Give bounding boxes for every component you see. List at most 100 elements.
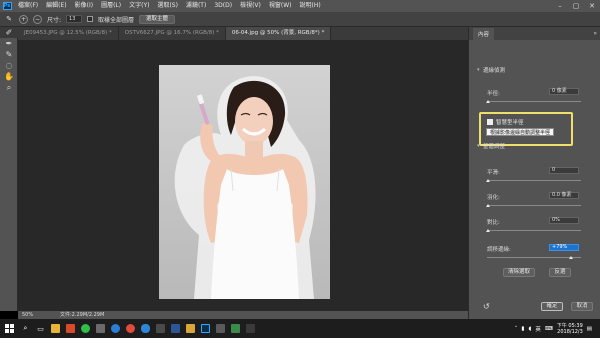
close-icon[interactable]: ✕ bbox=[584, 0, 600, 12]
maximize-icon[interactable]: ▢ bbox=[568, 0, 584, 12]
notification-icon[interactable]: ▤ bbox=[587, 326, 592, 332]
subtract-mode-icon[interactable]: − bbox=[33, 14, 42, 24]
menu-window[interactable]: 視窗(W) bbox=[265, 0, 296, 12]
clock-date: 2018/12/3 bbox=[557, 328, 583, 335]
reset-icon[interactable]: ↺ bbox=[483, 302, 490, 311]
document-tabs: JE09453.JPG @ 12.5% (RGB/8) * OSTV6627.J… bbox=[18, 27, 468, 40]
word-icon[interactable] bbox=[168, 319, 183, 338]
tab-document-2[interactable]: OSTV6627.JPG @ 16.7% (RGB/8) * bbox=[119, 27, 226, 40]
chevron-down-icon[interactable]: ▾ bbox=[477, 143, 480, 149]
smooth-slider-handle[interactable] bbox=[486, 179, 490, 182]
menu-file[interactable]: 檔案(F) bbox=[14, 0, 42, 12]
cancel-button[interactable]: 取消 bbox=[571, 302, 593, 311]
lasso-icon[interactable]: ◌ bbox=[0, 60, 18, 71]
edge-browser-icon[interactable] bbox=[108, 319, 123, 338]
radius-slider-handle[interactable] bbox=[486, 100, 490, 103]
menu-edit[interactable]: 編輯(E) bbox=[42, 0, 70, 12]
image-viewer-icon[interactable] bbox=[228, 319, 243, 338]
smart-radius-checkbox[interactable] bbox=[487, 119, 493, 125]
options-bar: ✎ + − 尺寸: 13 取樣全部圖層 選取主體 bbox=[0, 12, 600, 27]
clock-time: 下午 05:39 bbox=[556, 322, 583, 329]
photoshop-taskbar-icon[interactable] bbox=[198, 319, 213, 338]
media-icon[interactable] bbox=[243, 319, 258, 338]
chrome-icon[interactable] bbox=[123, 319, 138, 338]
size-input[interactable]: 13 bbox=[66, 15, 83, 23]
keyboard-icon[interactable]: ⌨ bbox=[545, 326, 553, 332]
menu-image[interactable]: 影像(I) bbox=[71, 0, 97, 12]
quick-selection-icon[interactable]: ✐ bbox=[0, 27, 18, 38]
ime-indicator[interactable]: 英 bbox=[535, 325, 541, 333]
line-app-icon[interactable] bbox=[78, 319, 93, 338]
zoom-level[interactable]: 50% bbox=[22, 311, 33, 319]
hand-icon[interactable]: ✋ bbox=[0, 71, 18, 82]
status-bar: 50% 文件:2.29M/2.29M bbox=[18, 311, 468, 319]
network-icon[interactable]: ▮ bbox=[521, 326, 524, 332]
contrast-slider[interactable] bbox=[487, 230, 581, 231]
onedrive-icon[interactable] bbox=[138, 319, 153, 338]
shift-edge-input[interactable]: +79% bbox=[549, 244, 579, 251]
shift-edge-slider-handle[interactable] bbox=[569, 256, 573, 259]
collapse-icon[interactable]: » bbox=[593, 30, 597, 37]
tab-document-1[interactable]: JE09453.JPG @ 12.5% (RGB/8) * bbox=[18, 27, 119, 40]
smart-radius-option[interactable]: 智慧型半徑 bbox=[487, 118, 524, 126]
menu-type[interactable]: 文字(Y) bbox=[125, 0, 153, 12]
contrast-input[interactable]: 0% bbox=[549, 217, 579, 224]
zoom-icon[interactable]: ⌕ bbox=[0, 82, 18, 93]
tab-document-3[interactable]: 06-04.jpg @ 50% (背景, RGB/8*) * bbox=[225, 27, 332, 40]
brush-icon[interactable]: ✎ bbox=[0, 49, 18, 60]
volume-icon[interactable]: ◖ bbox=[528, 326, 531, 332]
tab-properties[interactable]: 內容 bbox=[473, 27, 495, 40]
chevron-down-icon[interactable]: ▾ bbox=[477, 67, 480, 73]
mail-icon[interactable] bbox=[63, 319, 78, 338]
photoshop-logo: Ps bbox=[2, 2, 12, 10]
edge-detection-title[interactable]: 邊緣偵測 bbox=[483, 66, 505, 74]
size-label: 尺寸: bbox=[47, 16, 62, 24]
select-subject-button[interactable]: 選取主體 bbox=[139, 14, 176, 24]
brush-tool-icon[interactable]: ✎ bbox=[4, 14, 14, 24]
panel-header: 內容 bbox=[469, 27, 600, 40]
shift-edge-slider[interactable] bbox=[487, 257, 581, 258]
menu-layer[interactable]: 圖層(L) bbox=[97, 0, 125, 12]
canvas-area[interactable] bbox=[18, 40, 468, 311]
smart-radius-label: 智慧型半徑 bbox=[496, 120, 524, 126]
menu-3d[interactable]: 3D(D) bbox=[210, 0, 236, 12]
settings-icon[interactable] bbox=[213, 319, 228, 338]
menu-bar: Ps 檔案(F) 編輯(E) 影像(I) 圖層(L) 文字(Y) 選取(S) 濾… bbox=[0, 0, 600, 12]
menu-select[interactable]: 選取(S) bbox=[153, 0, 182, 12]
smooth-slider[interactable] bbox=[487, 180, 581, 181]
global-refinements-title[interactable]: 整體調整 bbox=[483, 142, 505, 150]
sample-all-layers-checkbox[interactable] bbox=[87, 16, 94, 22]
contrast-label: 對比: bbox=[487, 220, 500, 226]
ok-button[interactable]: 確定 bbox=[541, 302, 563, 311]
minimize-icon[interactable]: – bbox=[552, 0, 568, 12]
menu-help[interactable]: 說明(H) bbox=[296, 0, 325, 12]
task-view-icon[interactable]: ▭ bbox=[33, 319, 48, 338]
windows-taskbar: ⌕ ▭ bbox=[0, 319, 600, 338]
smooth-input[interactable]: 0 bbox=[549, 167, 579, 174]
photos-icon[interactable] bbox=[93, 319, 108, 338]
smart-radius-tooltip: 根據影像邊緣自動調整半徑 bbox=[486, 128, 555, 136]
windows-start-icon[interactable] bbox=[0, 319, 18, 338]
contrast-slider-handle[interactable] bbox=[486, 229, 490, 232]
radius-slider[interactable] bbox=[487, 101, 581, 102]
system-tray: ˄ ▮ ◖ 英 ⌨ 下午 05:39 2018/12/3 ▤ bbox=[515, 319, 600, 338]
chevron-up-icon[interactable]: ˄ bbox=[515, 326, 518, 332]
menu-filter[interactable]: 濾鏡(T) bbox=[182, 0, 210, 12]
invert-button[interactable]: 反選 bbox=[549, 268, 571, 277]
smart-radius-highlight: 智慧型半徑 根據影像邊緣自動調整半徑 bbox=[479, 112, 573, 146]
refine-edge-brush-icon[interactable]: ✒ bbox=[0, 38, 18, 49]
app-icon[interactable] bbox=[183, 319, 198, 338]
menu-view[interactable]: 檢視(V) bbox=[236, 0, 265, 12]
calendar-icon[interactable] bbox=[153, 319, 168, 338]
search-icon[interactable]: ⌕ bbox=[18, 319, 33, 338]
clear-selection-button[interactable]: 清除選取 bbox=[503, 268, 535, 277]
clock[interactable]: 下午 05:39 2018/12/3 bbox=[557, 323, 583, 335]
add-mode-icon[interactable]: + bbox=[19, 14, 28, 24]
document-image[interactable] bbox=[159, 65, 330, 299]
tools-panel: ✐ ✒ ✎ ◌ ✋ ⌕ bbox=[0, 27, 18, 311]
feather-slider[interactable] bbox=[487, 205, 581, 206]
feather-slider-handle[interactable] bbox=[486, 204, 490, 207]
feather-input[interactable]: 0.0 像素 bbox=[549, 192, 579, 199]
radius-input[interactable]: 0 像素 bbox=[549, 88, 579, 95]
file-explorer-icon[interactable] bbox=[48, 319, 63, 338]
